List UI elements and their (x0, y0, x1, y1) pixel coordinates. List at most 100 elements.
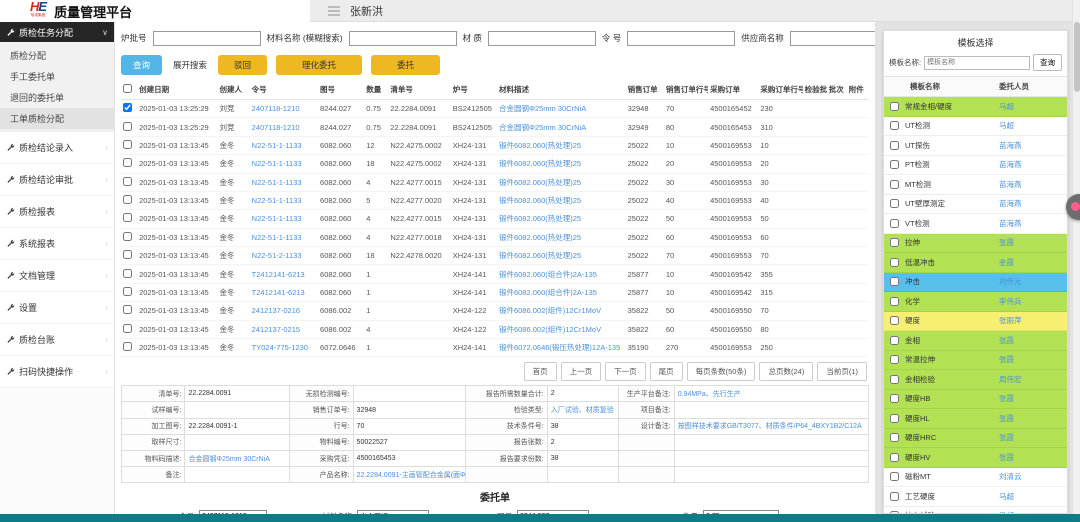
scrollbar-thumb[interactable] (1074, 22, 1080, 92)
table-row[interactable]: 2025-01-03 13:13:45金冬N22-51-1-11336082.0… (121, 228, 869, 246)
template-row-checkbox[interactable] (890, 121, 899, 130)
table-link[interactable]: 锻件6082.060(热处理)25 (499, 233, 581, 242)
search-button[interactable]: 查询 (121, 55, 162, 75)
pager-button[interactable]: 首页 (524, 362, 557, 381)
table-row[interactable]: 2025-01-03 13:13:45金冬N22-51-1-11336082.0… (121, 155, 869, 173)
table-link[interactable]: N22-51-1-1133 (252, 196, 302, 205)
template-person-link[interactable]: 苗海燕 (999, 179, 1061, 190)
row-checkbox[interactable] (123, 269, 132, 278)
commission-button[interactable]: 委托 (371, 55, 440, 75)
sidebar-group[interactable]: 质检结论审批‹ (0, 164, 114, 196)
table-link[interactable]: 锻件6082.060(热处理)25 (499, 159, 581, 168)
sidebar-group[interactable]: 文档管理‹ (0, 260, 114, 292)
template-search-button[interactable]: 查询 (1033, 54, 1062, 71)
template-row-checkbox[interactable] (890, 160, 899, 169)
table-row[interactable]: 2025-01-03 13:13:45金冬T2412141-62136082.0… (121, 283, 869, 301)
sidebar-group[interactable]: 扫码快捷操作‹ (0, 356, 114, 388)
table-row[interactable]: 2025-01-03 13:13:45金冬N22-51-1-11336082.0… (121, 210, 869, 228)
table-link[interactable]: 锻件6082.060(热处理)25 (499, 251, 581, 260)
table-link[interactable]: N22-51-1-1133 (252, 233, 302, 242)
template-row-checkbox[interactable] (890, 375, 899, 384)
sidebar-subitem[interactable]: 质检分配 (0, 45, 114, 66)
template-person-link[interactable]: 张霞 (999, 413, 1061, 424)
template-person-link[interactable]: 苗海燕 (999, 159, 1061, 170)
select-all-checkbox[interactable] (123, 84, 132, 93)
template-row-checkbox[interactable] (890, 336, 899, 345)
template-row-checkbox[interactable] (890, 316, 899, 325)
template-row[interactable]: 磁粉MT刘清云 (884, 468, 1067, 488)
table-link[interactable]: N22-51-2-1133 (252, 251, 302, 260)
row-checkbox[interactable] (123, 324, 132, 333)
vertical-scrollbar[interactable] (1072, 0, 1080, 522)
template-row[interactable]: 低温冲击金霞 (884, 253, 1067, 273)
pager-button[interactable]: 上一页 (561, 362, 602, 381)
template-row-checkbox[interactable] (890, 219, 899, 228)
template-row[interactable]: 硬度HV张霞 (884, 448, 1067, 468)
template-row[interactable]: PT检测苗海燕 (884, 156, 1067, 176)
template-row[interactable]: 化学李伟兵 (884, 292, 1067, 312)
template-person-link[interactable]: 张霞 (999, 354, 1061, 365)
template-row-checkbox[interactable] (890, 297, 899, 306)
pager-button[interactable]: 尾页 (650, 362, 683, 381)
table-link[interactable]: 合金圆钢Φ25mm 30CrNiA (499, 104, 586, 113)
template-row[interactable]: VT检测苗海燕 (884, 214, 1067, 234)
sidebar-subitem[interactable]: 手工委托单 (0, 66, 114, 87)
pager-button[interactable]: 总页数(24) (759, 362, 813, 381)
table-row[interactable]: 2025-01-03 13:13:45金冬2412137-02166086.00… (121, 302, 869, 320)
row-checkbox[interactable] (123, 287, 132, 296)
template-row[interactable]: UT探伤苗海燕 (884, 136, 1067, 156)
table-row[interactable]: 2025-01-03 13:13:45金冬2412137-02156086.00… (121, 320, 869, 338)
table-link[interactable]: 2407118-1210 (252, 104, 300, 113)
table-row[interactable]: 2025-01-03 13:13:45金冬T2412141-62136082.0… (121, 265, 869, 283)
template-person-link[interactable]: 苗海燕 (999, 218, 1061, 229)
template-row[interactable]: 工艺硬度马超 (884, 487, 1067, 507)
table-row[interactable]: 2025-01-03 13:25:29刘竞2407118-12108244.02… (121, 118, 869, 136)
table-link[interactable]: 2412137-0216 (252, 306, 300, 315)
template-row-checkbox[interactable] (890, 472, 899, 481)
template-row[interactable]: 硬度张丽萍 (884, 312, 1067, 332)
table-link[interactable]: 锻件6086.002(组件)12Cr1MoV (499, 325, 601, 334)
row-checkbox[interactable] (123, 177, 132, 186)
sidebar-group[interactable]: 质检报表‹ (0, 196, 114, 228)
row-checkbox[interactable] (123, 195, 132, 204)
template-person-link[interactable]: 金霞 (999, 257, 1061, 268)
template-person-link[interactable]: 张霞 (999, 335, 1061, 346)
template-row-checkbox[interactable] (890, 141, 899, 150)
template-row[interactable]: 拉力试验马超 (884, 507, 1067, 515)
template-row[interactable]: 金相检验周伟宏 (884, 370, 1067, 390)
table-link[interactable]: 合金圆钢Φ25mm 30CrNiA (499, 123, 586, 132)
row-checkbox[interactable] (123, 158, 132, 167)
pager-button[interactable]: 每页条数(50条) (687, 362, 756, 381)
table-row[interactable]: 2025-01-03 13:13:45金冬N22-51-1-11336082.0… (121, 191, 869, 209)
sidebar-subitem[interactable]: 工单质检分配 (0, 108, 114, 129)
sidebar-group[interactable]: 质检结论录入‹ (0, 132, 114, 164)
row-checkbox[interactable] (123, 213, 132, 222)
reject-button[interactable]: 驳回 (218, 55, 267, 75)
table-link[interactable]: 锻件6082.060(热处理)25 (499, 141, 581, 150)
filter-input[interactable] (790, 31, 875, 46)
filter-input[interactable] (627, 31, 735, 46)
table-link[interactable]: 2407118-1210 (252, 123, 300, 132)
sidebar-group[interactable]: 质检台账‹ (0, 324, 114, 356)
template-row-checkbox[interactable] (890, 394, 899, 403)
template-row[interactable]: UT壁厚测定苗海燕 (884, 195, 1067, 215)
template-row[interactable]: 常温拉伸张霞 (884, 351, 1067, 371)
table-link[interactable]: 锻件6082.060(组合件)2A-135 (499, 270, 597, 279)
pager-button[interactable]: 下一页 (605, 362, 646, 381)
template-person-link[interactable]: 张霞 (999, 452, 1061, 463)
template-row[interactable]: 冲击刘伟元 (884, 273, 1067, 293)
template-person-link[interactable]: 苗海燕 (999, 140, 1061, 151)
table-link[interactable]: 锻件6082.060(热处理)25 (499, 214, 581, 223)
template-row[interactable]: 硬度HRC张霞 (884, 429, 1067, 449)
row-checkbox[interactable] (123, 122, 132, 131)
template-row[interactable]: 硬度HB张霞 (884, 390, 1067, 410)
template-row-checkbox[interactable] (890, 492, 899, 501)
row-checkbox[interactable] (123, 342, 132, 351)
filter-input[interactable] (349, 31, 457, 46)
sidebar-subitem[interactable]: 退回的委托单 (0, 87, 114, 108)
table-link[interactable]: 锻件6082.060(热处理)25 (499, 178, 581, 187)
template-row-checkbox[interactable] (890, 414, 899, 423)
filter-input[interactable] (153, 31, 261, 46)
template-person-link[interactable]: 苗海燕 (999, 198, 1061, 209)
sidebar-group[interactable]: 系统报表‹ (0, 228, 114, 260)
